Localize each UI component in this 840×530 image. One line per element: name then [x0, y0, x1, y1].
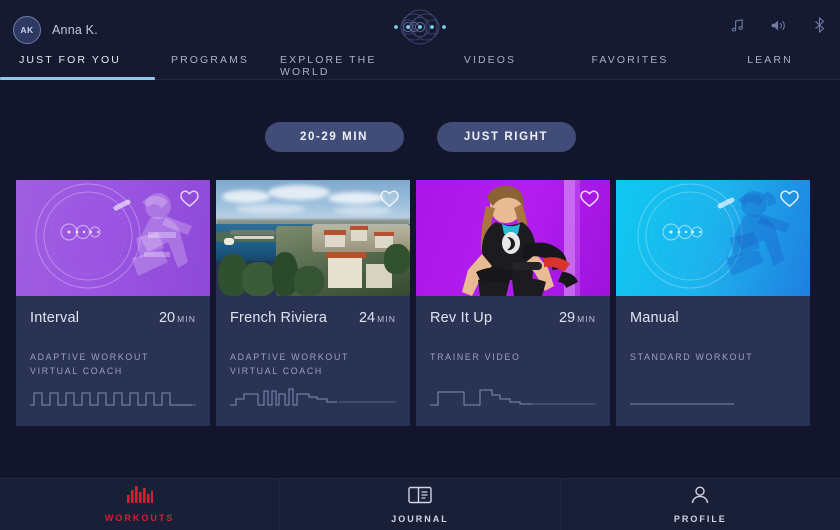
duration-value: 29	[558, 310, 576, 326]
bottom-nav-label: JOURNAL	[391, 513, 449, 524]
card-thumbnail	[216, 180, 410, 296]
favorite-heart-icon[interactable]	[179, 189, 200, 208]
filter-duration-button[interactable]: 20-29 MIN	[264, 122, 404, 152]
bars-icon	[126, 486, 153, 508]
card-tags: ADAPTIVE WORKOUT VIRTUAL COACH	[30, 351, 196, 378]
volume-icon[interactable]	[770, 18, 788, 33]
workout-profile-graph	[230, 388, 396, 406]
music-icon[interactable]	[730, 18, 745, 33]
filter-intensity-button[interactable]: JUST RIGHT	[436, 122, 576, 152]
workout-card-manual[interactable]: Manual STANDARD WORKOUT	[616, 180, 810, 426]
tab-just-for-you[interactable]: JUST FOR YOU	[0, 52, 140, 80]
card-tag: VIRTUAL COACH	[230, 365, 323, 376]
workout-profile-graph	[430, 389, 596, 406]
card-body: Rev It Up 29 MIN TRAINER VIDEO	[416, 296, 610, 426]
workout-profile-graph	[630, 403, 734, 405]
tab-label: VIDEOS	[463, 54, 517, 66]
card-title: Manual	[630, 310, 679, 326]
user-profile-button[interactable]: AK Anna K.	[13, 16, 98, 44]
card-tag: ADAPTIVE WORKOUT	[30, 352, 150, 362]
favorite-heart-icon[interactable]	[579, 189, 600, 208]
main-nav: JUST FOR YOU PROGRAMS EXPLORE THE WORLD …	[0, 52, 840, 80]
card-duration	[794, 310, 796, 326]
card-tag: VIRTUAL COACH	[30, 365, 123, 376]
bottom-nav-label: PROFILE	[673, 513, 727, 524]
card-body: French Riviera 24 MIN ADAPTIVE WORKOUT VI…	[216, 296, 410, 426]
duration-unit: MIN	[377, 314, 396, 324]
filter-bar: 20-29 MIN JUST RIGHT	[0, 122, 840, 152]
avatar: AK	[13, 16, 41, 44]
active-tab-indicator	[0, 77, 155, 80]
tab-label: PROGRAMS	[170, 54, 250, 66]
book-icon	[408, 486, 432, 509]
card-duration: 20 MIN	[159, 310, 196, 326]
workout-profile-graph	[30, 392, 196, 406]
card-duration: 29 MIN	[559, 310, 596, 326]
workout-card-interval[interactable]: Interval 20 MIN ADAPTIVE WORKOUT VIRTUAL …	[16, 180, 210, 426]
tab-learn[interactable]: LEARN	[700, 52, 840, 80]
tab-label: JUST FOR YOU	[19, 54, 121, 66]
card-thumbnail	[16, 180, 210, 296]
bottom-nav-item-journal[interactable]: JOURNAL	[280, 479, 561, 530]
top-bar: AK Anna K.	[0, 0, 840, 52]
duration-value: 24	[358, 310, 376, 326]
card-tag: ADAPTIVE WORKOUT	[230, 352, 350, 362]
tab-videos[interactable]: VIDEOS	[420, 52, 560, 80]
bottom-nav: WORKOUTS JOURNAL PROFILE	[0, 478, 840, 530]
card-thumbnail	[616, 180, 810, 296]
workout-card-french-riviera[interactable]: French Riviera 24 MIN ADAPTIVE WORKOUT VI…	[216, 180, 410, 426]
duration-unit: MIN	[577, 314, 596, 324]
tab-label: FAVORITES	[591, 54, 669, 66]
favorite-heart-icon[interactable]	[379, 189, 400, 208]
card-thumbnail	[416, 180, 610, 296]
tab-favorites[interactable]: FAVORITES	[560, 52, 700, 80]
tab-programs[interactable]: PROGRAMS	[140, 52, 280, 80]
card-tag: STANDARD WORKOUT	[630, 352, 754, 362]
duration-unit: MIN	[177, 314, 196, 324]
card-body: Interval 20 MIN ADAPTIVE WORKOUT VIRTUAL …	[16, 296, 210, 426]
system-icons	[730, 16, 826, 34]
card-tags: ADAPTIVE WORKOUT VIRTUAL COACH	[230, 351, 396, 378]
card-tags: STANDARD WORKOUT	[630, 351, 796, 365]
card-body: Manual STANDARD WORKOUT	[616, 296, 810, 426]
bottom-nav-label: WORKOUTS	[104, 513, 175, 523]
card-tags: TRAINER VIDEO	[430, 351, 596, 365]
workout-card-rev-it-up[interactable]: Rev It Up 29 MIN TRAINER VIDEO	[416, 180, 610, 426]
card-duration: 24 MIN	[359, 310, 396, 326]
card-tag: TRAINER VIDEO	[430, 352, 521, 362]
bottom-nav-item-profile[interactable]: PROFILE	[561, 479, 840, 530]
bluetooth-icon[interactable]	[813, 16, 826, 34]
workout-card-grid: Interval 20 MIN ADAPTIVE WORKOUT VIRTUAL …	[0, 180, 840, 426]
app-screen: AK Anna K. JUST FOR YOU PROGRAMS EXPLORE…	[0, 0, 840, 530]
tab-label: LEARN	[747, 54, 793, 66]
duration-value: 20	[158, 310, 176, 326]
user-name: Anna K.	[52, 23, 98, 37]
tab-explore-the-world[interactable]: EXPLORE THE WORLD	[280, 52, 420, 80]
orbit-logo	[377, 7, 463, 52]
tab-label: EXPLORE THE WORLD	[280, 54, 377, 78]
bottom-nav-item-workouts[interactable]: WORKOUTS	[0, 479, 281, 530]
favorite-heart-icon[interactable]	[779, 189, 800, 208]
person-icon	[689, 485, 711, 509]
